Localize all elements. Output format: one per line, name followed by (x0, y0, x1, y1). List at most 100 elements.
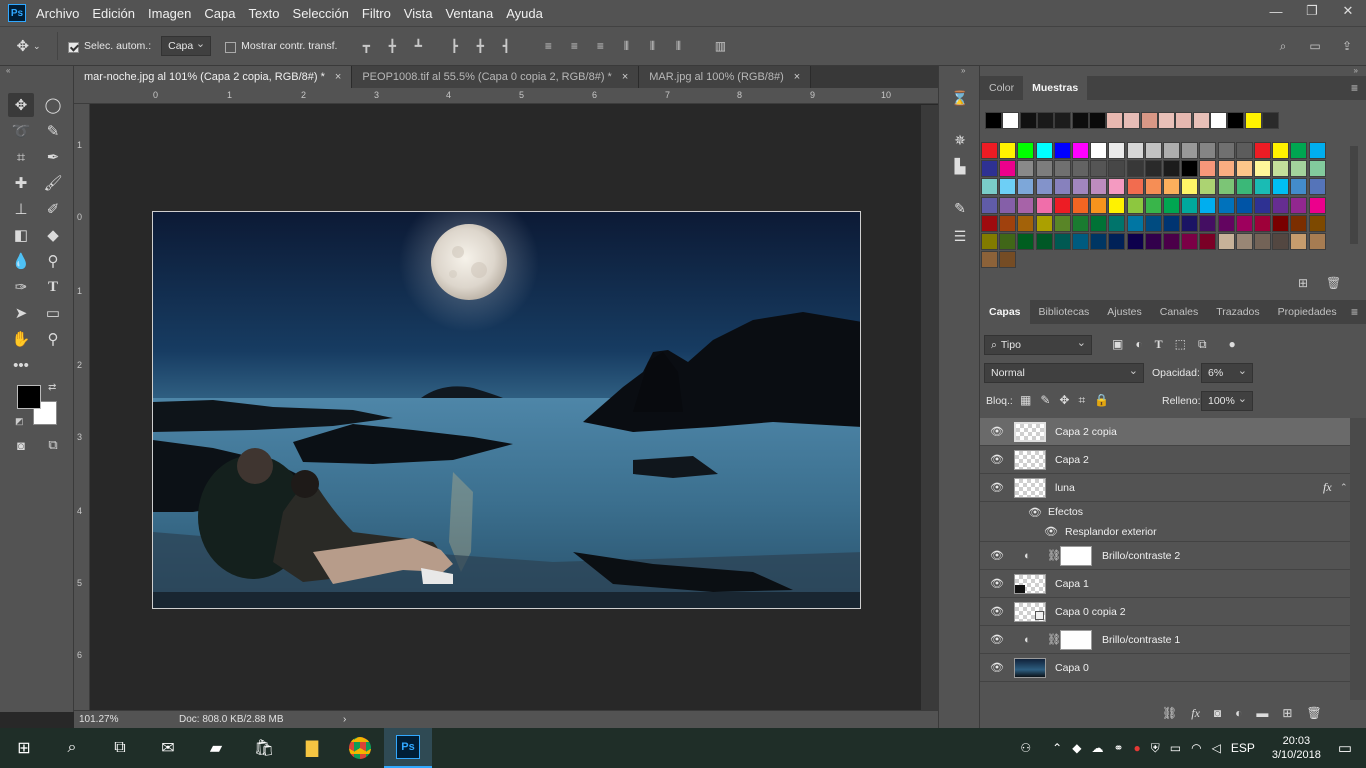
swatch[interactable] (1290, 142, 1308, 159)
swatch[interactable] (1126, 178, 1144, 196)
add-mask-icon[interactable]: ◙ (1214, 706, 1221, 721)
dodge-tool-icon[interactable]: ⚲ (40, 249, 66, 273)
visibility-eye-icon[interactable]: 👁 (1028, 507, 1042, 519)
tab-muestras[interactable]: Muestras (1023, 76, 1088, 100)
swatch[interactable] (1126, 214, 1144, 232)
swatch[interactable] (999, 142, 1017, 159)
wifi-icon[interactable]: ◠ (1191, 741, 1201, 755)
swap-colors-icon[interactable]: ⇄ (48, 382, 56, 393)
tab-color[interactable]: Color (980, 76, 1023, 100)
swatch[interactable] (1144, 178, 1162, 196)
document-image[interactable] (152, 211, 861, 609)
swatch[interactable] (1181, 214, 1199, 232)
swatch[interactable] (1071, 112, 1089, 129)
tab-close-icon[interactable]: × (335, 71, 341, 83)
screen-mode-icon[interactable]: ⧉ (40, 433, 66, 457)
lock-all-icon[interactable]: 🔒 (1094, 393, 1109, 408)
swatch[interactable] (1053, 142, 1071, 159)
filter-pixel-icon[interactable]: ▣ (1112, 337, 1123, 352)
swatch[interactable] (1235, 233, 1253, 250)
swatch[interactable] (1308, 214, 1326, 232)
visibility-eye-icon[interactable]: 👁 (990, 482, 1004, 494)
workspace-icon[interactable]: ▭ (1306, 37, 1324, 55)
layer-effects-row[interactable]: 👁 Efectos (980, 502, 1350, 522)
more-tools-icon[interactable]: ••• (8, 353, 34, 377)
swatch[interactable] (1199, 178, 1217, 196)
swatch[interactable] (1053, 233, 1071, 250)
menu-edicion[interactable]: Edición (92, 6, 144, 21)
swatch[interactable] (1217, 178, 1235, 196)
swatch[interactable] (1017, 196, 1035, 214)
file-explorer-icon[interactable]: ▇ (288, 728, 336, 768)
rectangle-tool-icon[interactable]: ▭ (40, 301, 66, 325)
dropbox-icon[interactable]: ◆ (1072, 741, 1081, 755)
swatch[interactable] (1235, 178, 1253, 196)
swatch[interactable] (985, 112, 1002, 129)
visibility-eye-icon[interactable]: 👁 (990, 426, 1004, 438)
close-button[interactable]: ✕ (1330, 0, 1366, 22)
onedrive-icon[interactable]: ☁ (1091, 741, 1103, 755)
layer-row[interactable]: 👁 Capa 1 (980, 570, 1350, 598)
clone-stamp-tool-icon[interactable]: ⊥ (8, 197, 34, 221)
visibility-eye-icon[interactable]: 👁 (990, 578, 1004, 590)
swatch[interactable] (1254, 196, 1271, 214)
search-icon[interactable]: ⌕ (48, 728, 96, 768)
swatch[interactable] (1308, 178, 1326, 196)
tool-presets-panel-icon[interactable]: ☰ (947, 224, 973, 248)
align-hcenter-icon[interactable]: ╋ (471, 37, 489, 55)
swatch[interactable] (1017, 233, 1035, 250)
swatch[interactable] (1163, 178, 1180, 196)
swatch[interactable] (1144, 233, 1162, 250)
swatch[interactable] (1199, 196, 1217, 214)
menu-texto[interactable]: Texto (248, 6, 288, 21)
antivirus-icon[interactable]: ● (1134, 741, 1141, 755)
visibility-eye-icon[interactable]: 👁 (990, 606, 1004, 618)
swatch[interactable] (1054, 112, 1072, 129)
tab-close-icon[interactable]: × (622, 71, 628, 83)
tab-mar[interactable]: MAR.jpg al 100% (RGB/8#) × (639, 66, 812, 88)
lock-pixels-icon[interactable]: ✎ (1040, 393, 1050, 408)
task-view-icon[interactable]: ⧉ (96, 728, 144, 768)
swatch[interactable] (1144, 160, 1162, 178)
swatch[interactable] (1254, 233, 1271, 250)
visibility-eye-icon[interactable]: 👁 (990, 550, 1004, 562)
swatch[interactable] (1235, 142, 1253, 159)
swatch[interactable] (1106, 112, 1124, 129)
swatch[interactable] (1072, 178, 1089, 196)
swatch[interactable] (981, 160, 998, 178)
swatch[interactable] (1199, 142, 1217, 159)
notifications-icon[interactable]: ▭ (1338, 739, 1352, 757)
swatch[interactable] (1108, 142, 1126, 159)
tab-peop1008[interactable]: PEOP1008.tif al 55.5% (Capa 0 copia 2, R… (352, 66, 640, 88)
swatch[interactable] (1217, 214, 1235, 232)
menu-seleccion[interactable]: Selección (293, 6, 358, 21)
swatch[interactable] (1235, 214, 1253, 232)
crop-tool-icon[interactable]: ⌗ (8, 145, 34, 169)
move-tool-icon[interactable]: ✥ (8, 93, 34, 117)
swatch[interactable] (1181, 142, 1199, 159)
fill-input[interactable]: 100% (1201, 391, 1253, 411)
swatch[interactable] (1199, 160, 1217, 178)
swatch[interactable] (1272, 233, 1290, 250)
new-group-icon[interactable]: ▬ (1256, 706, 1268, 721)
show-transform-checkbox[interactable]: Mostrar contr. transf. (225, 40, 337, 53)
lock-transparency-icon[interactable]: ▦ (1020, 393, 1031, 408)
toolbox-collapse-icon[interactable]: « (6, 66, 10, 75)
swatch[interactable] (1290, 160, 1308, 178)
swatch[interactable] (1181, 160, 1199, 178)
swatch[interactable] (1002, 112, 1020, 129)
filter-shape-icon[interactable]: ⬚ (1175, 337, 1186, 352)
visibility-eye-icon[interactable]: 👁 (990, 634, 1004, 646)
swatch[interactable] (1181, 233, 1199, 250)
tab-ajustes[interactable]: Ajustes (1098, 300, 1150, 324)
swatch[interactable] (1272, 196, 1290, 214)
quick-selection-tool-icon[interactable]: ✎ (40, 119, 66, 143)
zoom-level[interactable]: 101.27% (79, 714, 179, 725)
swatch[interactable] (999, 214, 1017, 232)
fx-icon[interactable]: fx (1191, 706, 1200, 721)
swatch[interactable] (1017, 214, 1035, 232)
swatch[interactable] (1108, 178, 1126, 196)
swatch[interactable] (1308, 160, 1326, 178)
layer-row[interactable]: 👁 Capa 2 copia (980, 418, 1350, 446)
layer-row[interactable]: 👁 ◐ ⛓ Brillo/contraste 2 (980, 542, 1350, 570)
